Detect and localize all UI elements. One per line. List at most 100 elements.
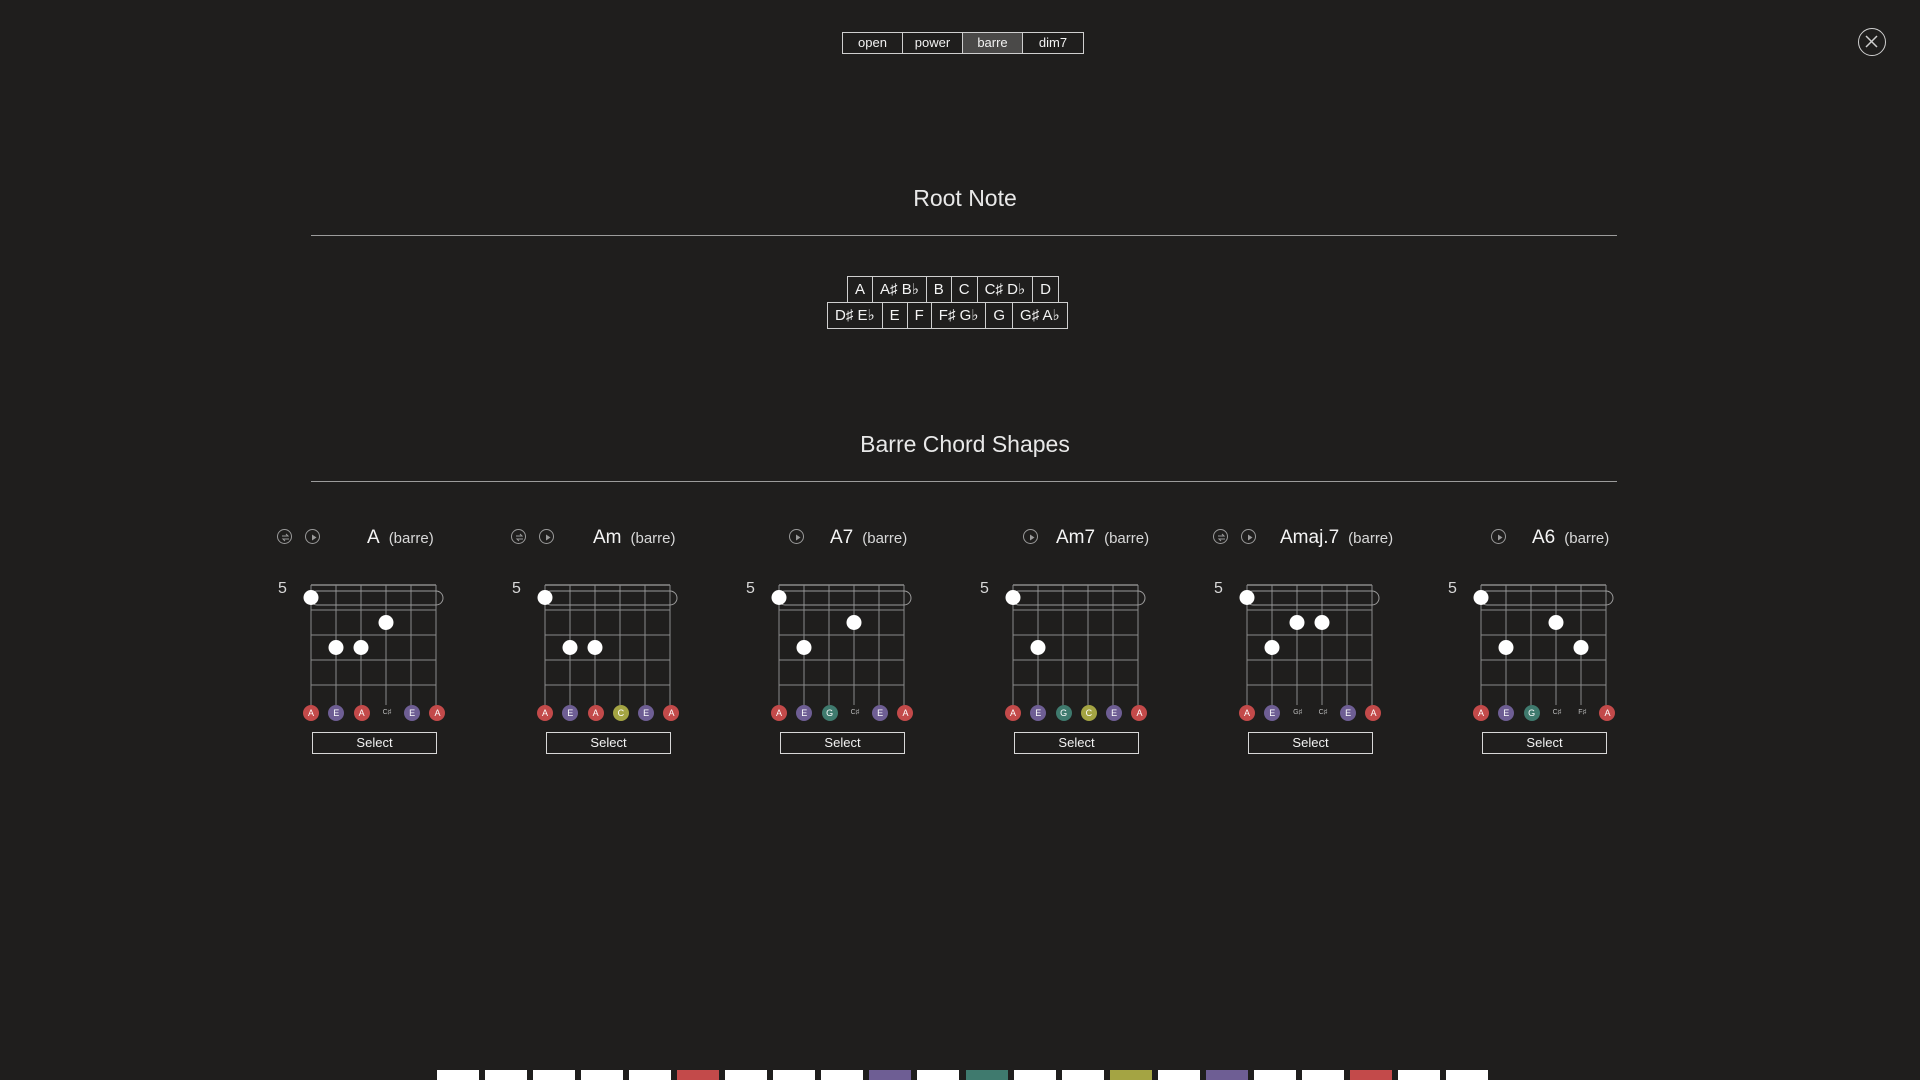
piano-key[interactable] [485,1070,528,1080]
chord-notes: A E G♯ C♯ E A [1239,705,1391,721]
piano-key[interactable] [1253,1070,1296,1080]
piano-key[interactable] [1445,1070,1488,1080]
chord-name: Am [593,527,622,548]
finger-dot [1264,640,1280,655]
tab-open[interactable]: open [843,33,903,53]
fret-number: 5 [746,580,755,597]
note-badge: A [429,705,446,721]
chord-name: Amaj.7 [1280,527,1340,548]
select-chord-button[interactable]: Select [1482,732,1607,754]
select-chord-button[interactable]: Select [312,732,437,754]
chord-name: Am7 [1056,527,1096,548]
chord-diagram [771,584,912,705]
piano-key[interactable] [917,1070,960,1080]
piano-keyboard[interactable] [435,1070,1492,1080]
piano-key[interactable] [581,1070,624,1080]
piano-key[interactable] [629,1070,672,1080]
finger-dot [796,640,812,655]
root-note-divider [311,235,1617,236]
chord-title: Am7 (barre) [1056,527,1149,549]
chord-card: A6 (barre) 5 A E G C♯ F♯ A Select [1445,525,1645,765]
chord-diagram [1005,584,1146,705]
root-note-button[interactable]: D [1033,277,1059,302]
play-icon[interactable] [789,529,804,544]
note-badge: E [328,705,345,721]
tab-power[interactable]: power [903,33,963,53]
finger-dot [1548,615,1564,630]
root-note-button[interactable]: D♯ E♭ [828,303,883,328]
finger-dot [1289,615,1305,630]
finger-dot [1005,590,1021,605]
note-badge: E [872,705,889,721]
note-badge: E [1498,705,1515,721]
piano-key[interactable] [1061,1070,1104,1080]
chord-name: A6 [1532,527,1556,548]
play-icon[interactable] [1241,529,1256,544]
root-note-button[interactable]: C [952,277,978,302]
piano-key[interactable] [773,1070,816,1080]
piano-key[interactable] [1397,1070,1440,1080]
select-chord-button[interactable]: Select [1014,732,1139,754]
finger-dot [328,640,344,655]
piano-key[interactable] [1109,1070,1152,1080]
play-icon[interactable] [1491,529,1506,544]
swap-icon[interactable] [277,529,292,544]
piano-key[interactable] [533,1070,576,1080]
root-note-button[interactable]: G [986,303,1014,328]
piano-key[interactable] [821,1070,864,1080]
note-badge: A [1473,705,1489,721]
root-note-button[interactable]: G♯ A♭ [1013,303,1068,328]
root-note-button[interactable]: A [848,277,874,302]
chord-type: (barre) [1104,530,1150,547]
finger-dot [1030,640,1046,655]
piano-key[interactable] [677,1070,720,1080]
finger-dot [1314,615,1330,630]
root-note-button[interactable]: F [908,303,932,328]
note-badge: A [1599,705,1616,721]
root-note-button[interactable]: C♯ D♭ [978,277,1034,302]
finger-dot [771,590,787,605]
swap-icon[interactable] [511,529,526,544]
chord-diagram [1473,584,1614,705]
note-badge: E [796,705,813,721]
chord-title: A7 (barre) [830,527,907,549]
piano-key[interactable] [1013,1070,1056,1080]
piano-key[interactable] [965,1070,1008,1080]
piano-key[interactable] [1301,1070,1344,1080]
root-note-button[interactable]: E [883,303,908,328]
chord-name: A7 [830,527,854,548]
piano-key[interactable] [869,1070,912,1080]
chord-card: A (barre) 5 A E A C♯ E A Select [275,525,475,765]
play-icon[interactable] [305,529,320,544]
barre-bar [1479,590,1614,606]
select-chord-button[interactable]: Select [780,732,905,754]
root-note-row-1: A A♯ B♭ B C C♯ D♭ D [847,276,1059,303]
note-badge: A [771,705,787,721]
root-note-button[interactable]: A♯ B♭ [873,277,927,302]
play-icon[interactable] [1023,529,1038,544]
close-button[interactable] [1858,28,1886,56]
select-chord-button[interactable]: Select [1248,732,1373,754]
finger-dot [1498,640,1514,655]
finger-dot [378,615,394,630]
chord-name: A [367,527,380,548]
piano-key[interactable] [1205,1070,1248,1080]
note-badge: C♯ [382,709,392,716]
note-badge: A [587,705,604,721]
select-chord-button[interactable]: Select [546,732,671,754]
play-icon[interactable] [539,529,554,544]
piano-key[interactable] [1349,1070,1392,1080]
note-badge: A [1131,705,1148,721]
tab-dim7[interactable]: dim7 [1023,33,1083,53]
piano-key[interactable] [1157,1070,1200,1080]
piano-key[interactable] [725,1070,768,1080]
note-badge: A [663,705,680,721]
tab-barre[interactable]: barre [963,33,1023,53]
piano-key[interactable] [437,1070,480,1080]
barre-bar [309,590,444,606]
close-icon [1865,35,1878,48]
swap-icon[interactable] [1213,529,1228,544]
root-note-button[interactable]: B [927,277,952,302]
finger-dot [1239,590,1255,605]
root-note-button[interactable]: F♯ G♭ [932,303,987,328]
